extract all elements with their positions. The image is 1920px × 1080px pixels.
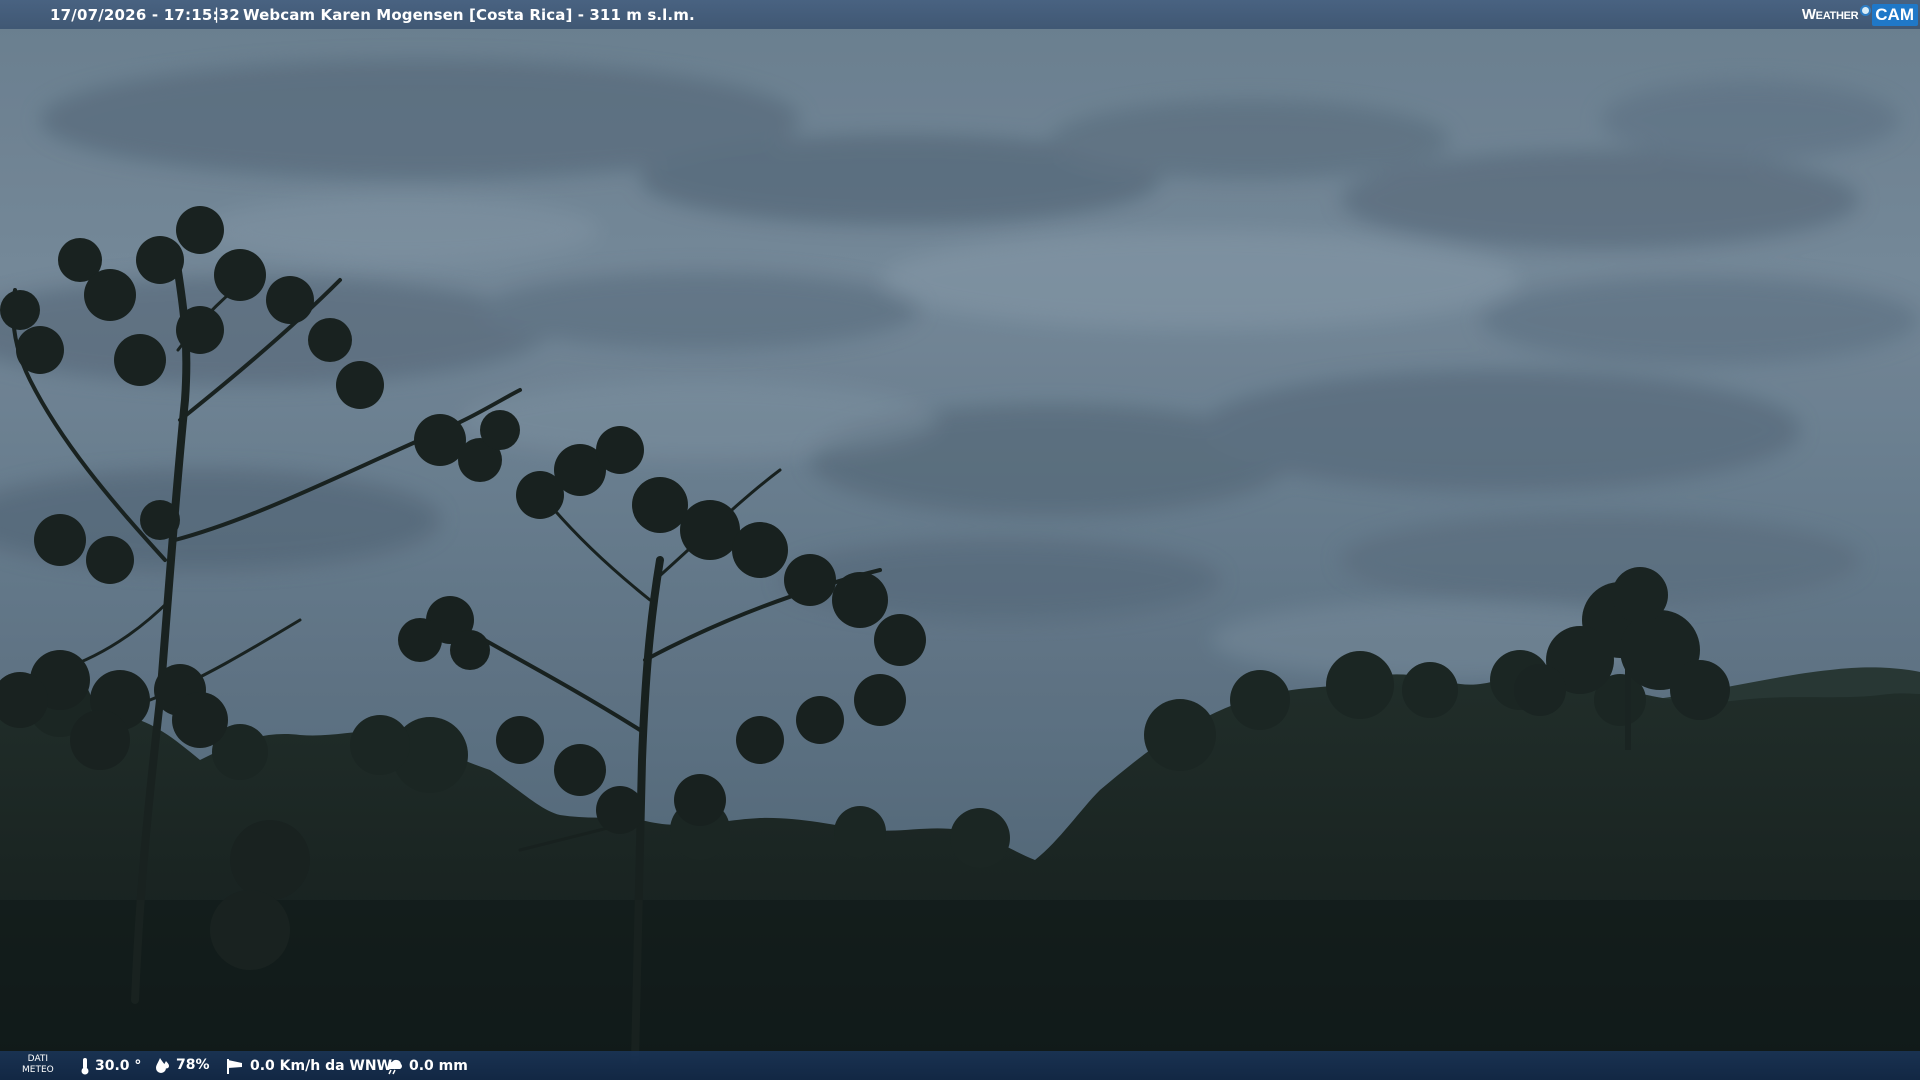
humidity-value: 78% bbox=[176, 1057, 210, 1073]
logo-dot-icon bbox=[1860, 5, 1872, 16]
weather-data-label-line1: DATI bbox=[27, 1054, 49, 1064]
webcam-title: Webcam Karen Mogensen [Costa Rica] - 311… bbox=[243, 6, 695, 24]
rain-cloud-icon bbox=[387, 1059, 402, 1075]
logo-cam-badge: CAM bbox=[1872, 3, 1918, 26]
weather-data-label: DATI METEO bbox=[22, 1054, 54, 1076]
weathercam-logo: Weather CAM bbox=[1802, 2, 1918, 27]
wind-value: 0.0 Km/h da WNW bbox=[250, 1058, 393, 1074]
weather-data-bar: DATI METEO 30.0 ° 78% 0.0 Km/h da WNW 0.… bbox=[0, 1051, 1920, 1080]
landscape-scene bbox=[0, 0, 1920, 1080]
title-separator: | bbox=[214, 5, 220, 23]
weather-data-label-line2: METEO bbox=[22, 1065, 54, 1075]
rain-value: 0.0 mm bbox=[409, 1058, 468, 1074]
thermometer-icon bbox=[81, 1058, 89, 1075]
wind-reading: 0.0 Km/h da WNW bbox=[225, 1057, 392, 1075]
temperature-reading: 30.0 ° bbox=[80, 1057, 141, 1075]
humidity-reading: 78% bbox=[153, 1057, 210, 1073]
temperature-value: 30.0 ° bbox=[95, 1058, 142, 1074]
wind-sock-icon bbox=[227, 1059, 242, 1074]
image-tone bbox=[0, 0, 1920, 1080]
top-info-bar: 17/07/2026 - 17:15:32 | Webcam Karen Mog… bbox=[0, 0, 1920, 29]
logo-weather-text: Weather bbox=[1801, 6, 1859, 23]
rain-reading: 0.0 mm bbox=[384, 1057, 468, 1075]
webcam-frame: 17/07/2026 - 17:15:32 | Webcam Karen Mog… bbox=[0, 0, 1920, 1080]
humidity-drop-icon bbox=[156, 1058, 169, 1073]
timestamp: 17/07/2026 - 17:15:32 bbox=[50, 6, 240, 24]
webcam-image bbox=[0, 0, 1920, 1080]
